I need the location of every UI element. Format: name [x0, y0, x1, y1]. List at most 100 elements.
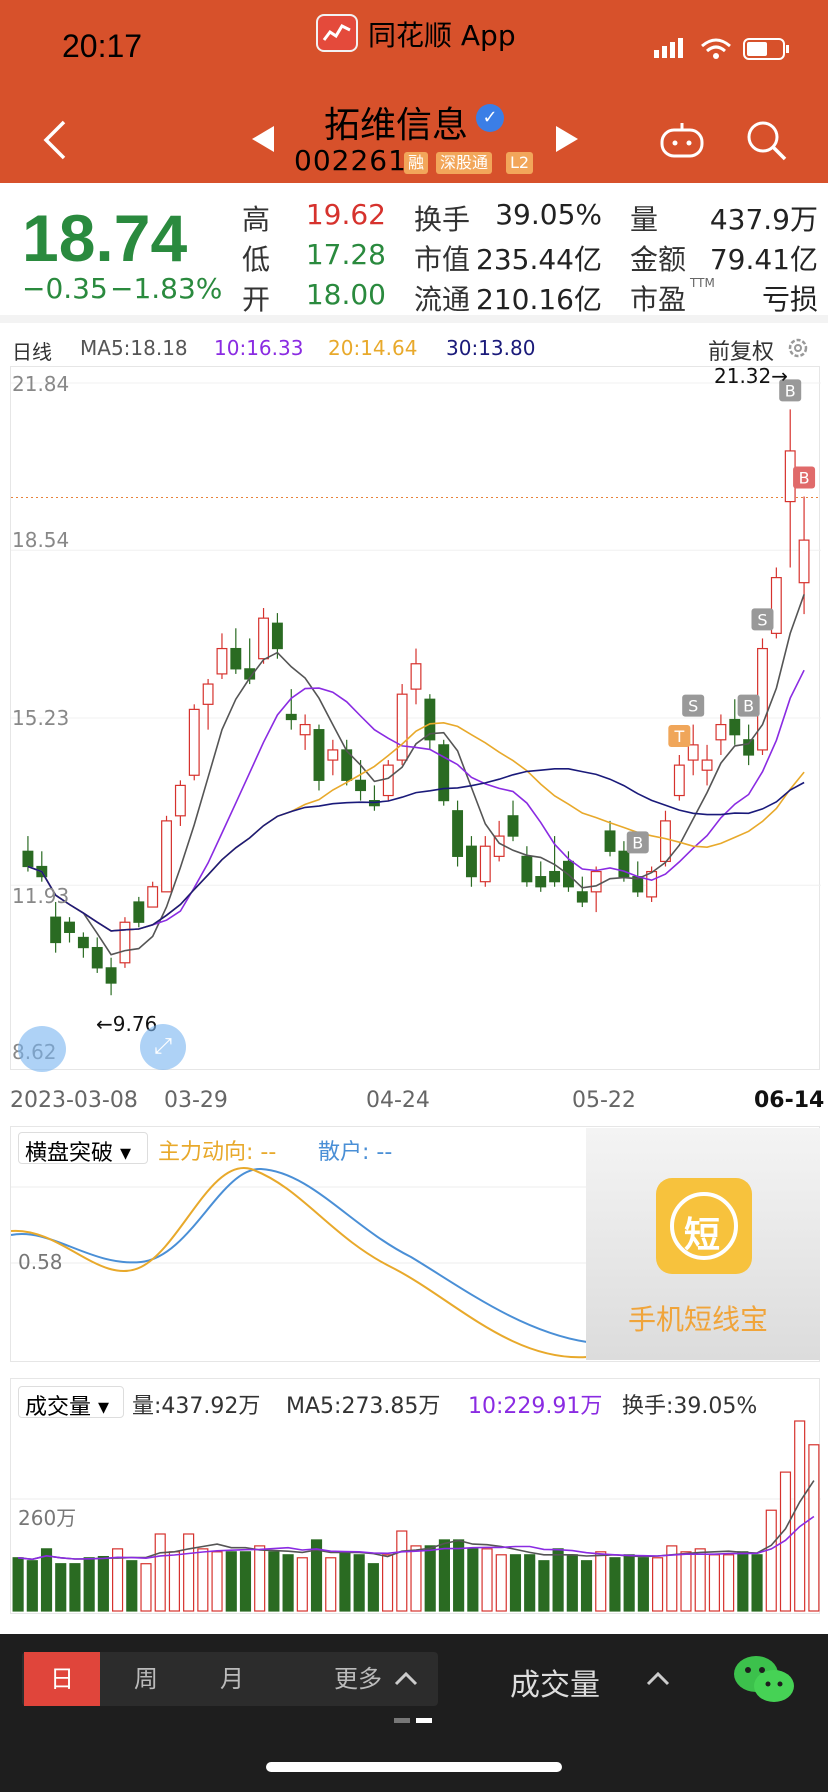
candle-body: [715, 723, 727, 741]
app-name: 同花顺 App: [368, 19, 516, 52]
trade-marker-label: S: [688, 697, 698, 716]
ad-text[interactable]: 手机短线宝: [628, 1298, 768, 1338]
volume-bar: [694, 1548, 706, 1612]
chevron-up-icon[interactable]: [646, 1668, 670, 1688]
candle-body: [396, 693, 408, 761]
indicator-switch-label[interactable]: 成交量: [510, 1660, 600, 1704]
kline-chart[interactable]: BTSBSBB: [10, 366, 821, 1070]
retail-label: 散户: --: [318, 1140, 393, 1165]
candle-body: [22, 850, 34, 868]
search-icon[interactable]: [744, 118, 788, 162]
candle-body: [743, 739, 755, 756]
candle-body: [147, 886, 159, 908]
adjust-button[interactable]: 前复权: [708, 334, 774, 366]
volume-bar: [737, 1551, 749, 1612]
signal-icon: [654, 38, 683, 58]
app-logo-icon: [316, 14, 358, 52]
main-force-label: 主力动向: --: [158, 1140, 277, 1165]
y-tick: 18.54: [12, 528, 70, 552]
tag-l2: L2: [506, 152, 534, 174]
volume-value: 437.9万: [709, 203, 818, 236]
y-tick: 21.84: [12, 372, 70, 396]
candle-body: [285, 713, 297, 721]
volume-bar: [339, 1551, 351, 1612]
volume-bar: [83, 1557, 95, 1612]
volume-bar: [424, 1545, 436, 1612]
candle-body: [465, 845, 477, 878]
candle-body: [50, 916, 62, 944]
x-tick: 04-24: [366, 1088, 430, 1113]
candle-body: [646, 870, 658, 898]
short-line-icon[interactable]: 短: [656, 1178, 752, 1274]
back-icon[interactable]: [40, 118, 70, 162]
volume-bar: [708, 1554, 720, 1612]
volume-bar: [509, 1554, 522, 1612]
volume-bar: [538, 1560, 550, 1612]
high-value: 19.62: [305, 198, 386, 231]
turnover-label: 换手: [414, 203, 471, 236]
volume-bar: [140, 1563, 152, 1612]
x-tick: 06-14: [754, 1088, 825, 1113]
turnover-value: 39.05%: [495, 198, 602, 231]
volume-selector[interactable]: 成交量 ▾: [18, 1386, 124, 1420]
volume-bar: [609, 1557, 621, 1612]
volume-bar: [382, 1554, 394, 1612]
volume-bar: [154, 1533, 166, 1612]
max-price-label: 21.32→: [714, 364, 789, 388]
ma5-label: MA5:18.18: [80, 336, 188, 360]
y-tick: 15.23: [12, 706, 70, 730]
current-price: 18.74: [22, 201, 188, 275]
volume-bar: [453, 1539, 465, 1612]
candle-body: [119, 921, 131, 964]
volume-bar: [808, 1444, 820, 1612]
robot-icon[interactable]: [660, 122, 704, 158]
pe-value: 亏损: [761, 283, 818, 316]
volume-bar: [26, 1560, 38, 1612]
volume-bar: [566, 1554, 578, 1612]
tab-more[interactable]: 更多: [316, 1652, 400, 1706]
expand-icon[interactable]: ⤢: [140, 1024, 186, 1070]
wechat-icon[interactable]: [732, 1652, 796, 1706]
volume-bar: [296, 1557, 308, 1612]
volume-bar: [467, 1548, 479, 1612]
chevron-up-icon[interactable]: [394, 1668, 418, 1688]
tag-margin: 融: [404, 152, 429, 174]
y-tick: 11.93: [12, 884, 70, 908]
price-change: −0.35: [22, 272, 108, 305]
wifi-icon: [701, 38, 731, 59]
candle-body: [327, 749, 339, 761]
ma20-label: 20:14.64: [328, 336, 418, 360]
tab-daily[interactable]: 日: [24, 1652, 100, 1706]
candle-body: [133, 901, 145, 923]
x-tick: 2023-03-08: [10, 1088, 138, 1113]
tab-weekly[interactable]: 周: [108, 1652, 184, 1706]
trade-marker-label: S: [757, 610, 767, 629]
volume-bar: [481, 1548, 493, 1612]
volume-ma10-label: 10:229.91万: [468, 1394, 603, 1419]
candle-body: [313, 729, 325, 781]
candle-body: [576, 891, 588, 903]
volume-bar: [353, 1554, 365, 1612]
tab-monthly[interactable]: 月: [194, 1652, 270, 1706]
gear-icon[interactable]: [786, 336, 810, 360]
volume-bar: [652, 1557, 664, 1612]
mktcap-label: 市值: [414, 243, 471, 276]
volume-ma5-label: MA5:273.85万: [286, 1394, 441, 1419]
open-label: 开: [242, 283, 271, 316]
volume-label: 量: [630, 203, 659, 236]
pe-ttm-sup: TTM: [690, 276, 715, 290]
open-value: 18.00: [305, 278, 386, 311]
amount-label: 金额: [630, 243, 687, 276]
candle-body: [174, 784, 186, 817]
candle-body: [535, 876, 547, 888]
next-stock-icon[interactable]: [556, 126, 578, 152]
indicator-selector[interactable]: 横盘突破 ▾: [18, 1132, 148, 1166]
ma30-label: 30:13.80: [446, 336, 536, 360]
zoom-out-button[interactable]: [18, 1026, 66, 1072]
volume-bar: [580, 1560, 593, 1612]
volume-bar: [396, 1530, 408, 1612]
volume-bar: [12, 1557, 24, 1612]
prev-stock-icon[interactable]: [252, 126, 274, 152]
volume-bar: [168, 1551, 180, 1612]
candle-body: [673, 764, 685, 797]
